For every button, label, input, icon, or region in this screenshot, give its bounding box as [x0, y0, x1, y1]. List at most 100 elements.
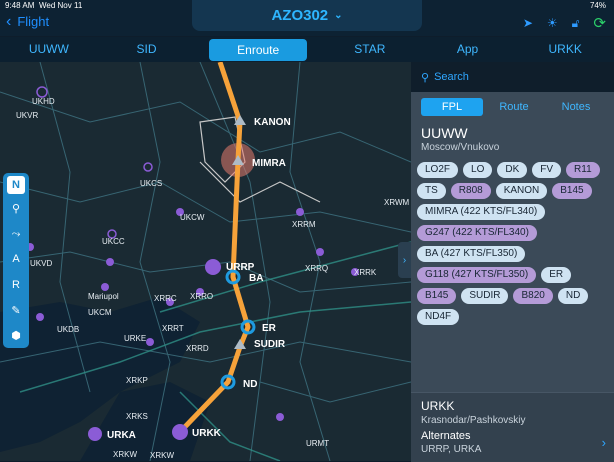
phase-tabs: UUWW SID Enroute STAR App URKK [0, 37, 614, 62]
segment-notes[interactable]: Notes [545, 98, 607, 116]
alternates-title[interactable]: Alternates [421, 430, 471, 442]
map-label: UKCS [140, 179, 163, 188]
map-label: XRKW [150, 451, 174, 460]
airway-chip[interactable]: R11 [566, 162, 600, 178]
map-label: Mariupol [88, 292, 119, 301]
origin-name: Moscow/Vnukovo [421, 142, 500, 153]
search-icon: ⚲ [421, 71, 430, 84]
route-label-mimra: MIMRA [252, 158, 286, 169]
map-label: XRWM [384, 198, 410, 207]
route-chip[interactable]: ND4F [417, 309, 460, 325]
map-label: UKHD [32, 97, 55, 106]
airway-chip[interactable]: B145 [552, 183, 592, 199]
route-chips: LO2F LO DK FV R11 TS R808 KANON B145 MIM… [417, 162, 607, 325]
airport-a-icon[interactable]: A [6, 249, 26, 269]
urrp-airport [205, 259, 221, 275]
map-label: UKDB [57, 325, 80, 334]
lock-icon[interactable]: 🔓︎ [572, 16, 580, 31]
chevron-left-icon: ‹ [6, 12, 12, 30]
route-label-sudir: SUDIR [254, 339, 286, 350]
tab-urkk[interactable]: URKK [516, 37, 614, 62]
route-label-kanon: KANON [254, 117, 291, 128]
map-label: XRRK [354, 268, 377, 277]
tab-app[interactable]: App [419, 37, 517, 62]
route-label-nd: ND [243, 379, 258, 390]
status-date: Wed Nov 11 [39, 1, 83, 10]
panel-handle[interactable]: › [398, 242, 411, 278]
location-arrow-icon[interactable]: ➤ [523, 16, 533, 30]
map-label: URKE [124, 334, 147, 343]
back-label: Flight [17, 14, 50, 29]
map-label: XRKP [126, 376, 148, 385]
route-label-er: ER [262, 323, 276, 334]
route-chip[interactable]: FV [532, 162, 562, 178]
tab-sid[interactable]: SID [98, 37, 196, 62]
map-label: XRRM [292, 220, 316, 229]
route-chip[interactable]: DK [497, 162, 528, 178]
destination-code: URKK [421, 399, 455, 413]
route-chip[interactable]: ER [541, 267, 572, 283]
urkk-airport [172, 424, 188, 440]
panel-segmented-control: FPL Route Notes [421, 98, 607, 116]
sync-icon[interactable]: ⟳ [593, 14, 606, 32]
route-chip[interactable]: LO2F [417, 162, 459, 178]
airway-chip[interactable]: R808 [450, 183, 491, 199]
route-label-ba: BA [249, 273, 264, 284]
airport-r-icon[interactable]: R [6, 275, 26, 295]
map-label: UKCM [88, 308, 112, 317]
map-drawing [0, 62, 411, 461]
segment-fpl[interactable]: FPL [421, 98, 483, 116]
status-time: 9:48 AM [5, 1, 35, 10]
back-button[interactable]: ‹ Flight [6, 12, 50, 30]
map-label: XRRT [162, 324, 184, 333]
map-label: URMT [306, 439, 330, 448]
airway-chip[interactable]: B145 [417, 288, 457, 304]
map-label: XRKS [126, 412, 148, 421]
tab-star[interactable]: STAR [321, 37, 419, 62]
airway-chip[interactable]: B820 [513, 288, 553, 304]
flight-plan-panel: ⚲ Search FPL Route Notes UUWW Moscow/Vnu… [411, 62, 614, 462]
map-label: XRRQ [305, 264, 329, 273]
airway-chip[interactable]: G247 (422 KTS/FL340) [417, 225, 537, 241]
route-chip[interactable]: SUDIR [461, 288, 509, 304]
map-label: XRRO [190, 292, 214, 301]
map-label: UKVR [16, 111, 39, 120]
map-label: UKCW [180, 213, 205, 222]
origin-code: UUWW [421, 125, 468, 141]
route-chip[interactable]: KANON [495, 183, 548, 199]
top-icons: ➤ ☀ 🔓︎ ⟳ [523, 14, 606, 32]
tab-enroute[interactable]: Enroute [209, 39, 308, 61]
map-label: UKVD [30, 259, 53, 268]
status-bar: 9:48 AM Wed Nov 11 74% [0, 0, 614, 12]
status-battery: 74% [589, 1, 606, 10]
segment-route[interactable]: Route [483, 98, 545, 116]
destination-name: Krasnodar/Pashkovskiy [421, 415, 526, 426]
map-view[interactable]: KANON MIMRA URRP BA ER SUDIR ND URKK URK… [0, 62, 411, 461]
route-chip[interactable]: LO [463, 162, 493, 178]
route-chip[interactable]: ND [557, 288, 589, 304]
urka-airport [88, 427, 102, 441]
alternates-list: URRP, URKA [421, 444, 482, 455]
brightness-icon[interactable]: ☀ [547, 16, 558, 30]
map-label: UKCC [102, 237, 125, 246]
tab-uuww[interactable]: UUWW [0, 37, 98, 62]
map-toolbar: N ⚲ ⤳ A R ✎ ⬢ [3, 173, 29, 348]
airway-chip[interactable]: G118 (427 KTS/FL350) [417, 267, 537, 283]
route-label-urka: URKA [107, 430, 136, 441]
chevron-right-icon[interactable]: › [602, 435, 606, 450]
route-chip[interactable]: BA (427 KTS/FL350) [417, 246, 526, 262]
route-label-urrp: URRP [226, 262, 255, 273]
route-chip[interactable]: TS [417, 183, 446, 199]
route-icon[interactable]: ⤳ [6, 224, 26, 244]
search-bar[interactable]: ⚲ Search [411, 62, 614, 92]
route-chip[interactable]: MIMRA (422 KTS/FL340) [417, 204, 546, 220]
route-label-urkk: URKK [192, 428, 221, 439]
destination-section: URKK Krasnodar/Pashkovskiy Alternates UR… [411, 392, 614, 462]
settings-icon[interactable]: ⬢ [6, 325, 26, 345]
map-label: XRRC [154, 294, 177, 303]
map-label: XRRD [186, 344, 209, 353]
north-up-button[interactable]: N [7, 175, 25, 194]
fuel-icon[interactable]: ✎ [6, 300, 26, 320]
location-pin-icon[interactable]: ⚲ [6, 199, 26, 219]
search-placeholder: Search [434, 71, 469, 83]
